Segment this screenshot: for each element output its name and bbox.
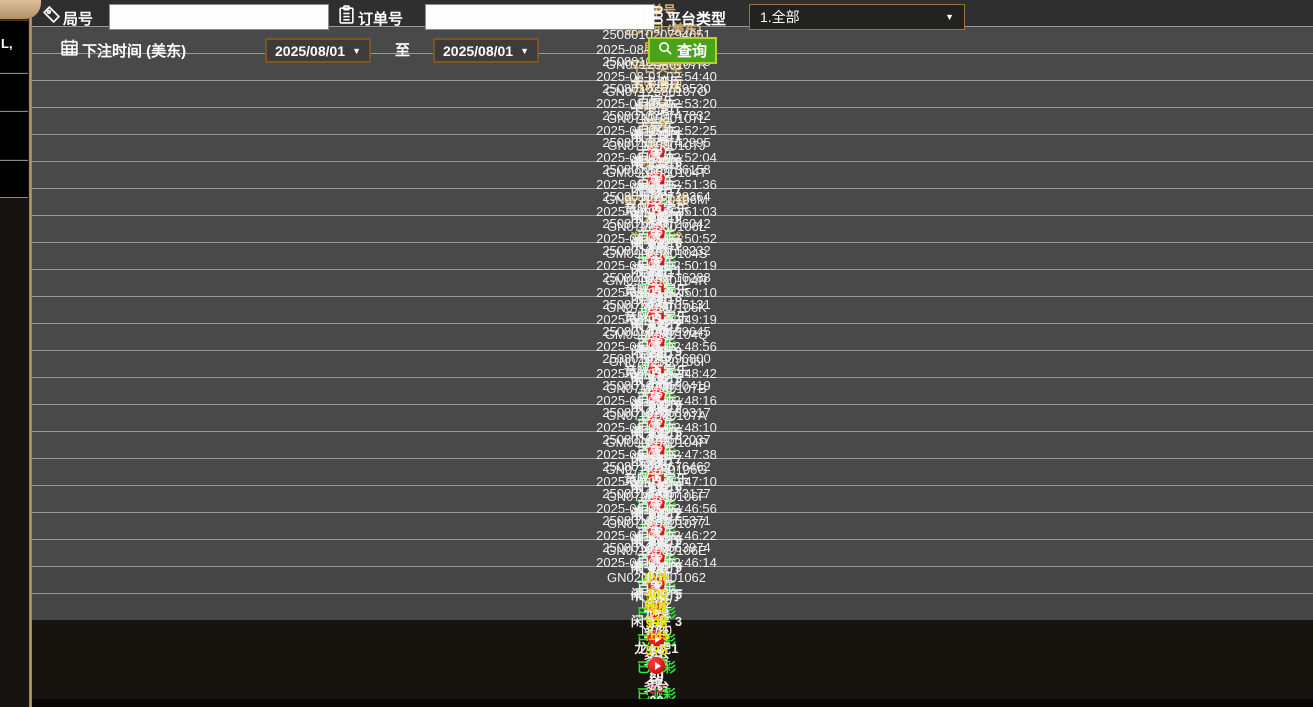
table-row: 250801020728364 2025-08-01 02:51:03 GN0722… [0, 188, 1313, 424]
order-cell: 250801020728364 [602, 189, 711, 204]
table-row: 250801020718232 2025-08-01 02:50:19 GM0902… [0, 242, 1313, 478]
table-row: 250801020716288 2025-08-01 02:50:10 GN0722… [0, 269, 1313, 505]
round-number-label: 局号 [63, 11, 94, 28]
platform-type-select[interactable]: 1.全部 ▼ [749, 4, 965, 30]
date-from-picker[interactable]: 2025/08/01 ▼ [265, 38, 371, 63]
panel-left-border [29, 17, 32, 707]
platform-type-label: 平台类型 [666, 11, 727, 28]
totals-label: 总计 [643, 597, 670, 612]
filter-bar: 局号 订单号 平台类型 1.全部 ▼ 下注时间 (美东) 2025/08/01 … [32, 0, 1313, 72]
bet-time-label: 下注时间 (美东) [82, 43, 187, 60]
round-number-input[interactable] [109, 4, 329, 30]
date-range-to-label: 至 [395, 42, 411, 59]
order-cell: 250801020696800 [602, 351, 711, 366]
order-cell: 250801020690419 [602, 378, 711, 393]
chevron-down-icon: ▼ [945, 12, 954, 22]
totals-valid-bet: 575 [645, 643, 668, 658]
table-row: 250801020747832 2025-08-01 02:52:25 GN0712… [0, 107, 1313, 343]
totals-label: 小计 [643, 570, 670, 585]
date-to-picker[interactable]: 2025/08/01 ▼ [433, 38, 539, 63]
replay-cell [0, 657, 1313, 674]
chevron-down-icon: ▼ [352, 45, 361, 56]
platform-list-icon [645, 5, 664, 24]
calendar-icon [60, 38, 79, 57]
background-sidebar: L, [0, 0, 29, 707]
date-to-value: 2025/08/01 [443, 42, 514, 59]
order-cell: 250801020663974 [602, 540, 711, 555]
table-row: 250801020665371 2025-08-01 02:46:22 GN0722… [0, 512, 1313, 707]
replay-icon[interactable] [648, 657, 665, 674]
order-cell: 250801020716288 [602, 270, 711, 285]
orders-table: 订单号下注时间 (美东)局号平台类型游戏类型桌号结果玩法总投注派彩有效投注额状态… [0, 0, 1313, 707]
platform-type-selected: 1.全部 [760, 9, 800, 25]
grand-total-row: 总计 640 -145 575 [0, 593, 1313, 658]
order-cell: 250801020718232 [602, 243, 711, 258]
table-row: 250801020682037 2025-08-01 02:47:38 GN0722… [0, 431, 1313, 667]
order-cell: 250801020759530 [602, 81, 711, 96]
table-row: 250801020705131 2025-08-01 02:49:19 GM0902… [0, 296, 1313, 532]
order-cell: 250801020742995 [602, 135, 711, 150]
order-cell: 250801020673177 [602, 486, 711, 501]
order-cell: 250801020676462 [602, 459, 711, 474]
bottom-strip [32, 699, 1313, 707]
table-row: 250801020663974 2025-08-01 02:46:14 GN0202… [0, 539, 1313, 707]
table-row: 250801020676462 2025-08-01 02:47:10 GN0722… [0, 458, 1313, 694]
table-row: 250801020699645 2025-08-01 02:48:56 GN0722… [0, 323, 1313, 559]
order-cell: 250801020736158 [602, 162, 711, 177]
search-button[interactable]: 查询 [648, 37, 718, 64]
order-cell: 250801020665371 [602, 513, 711, 528]
order-cell: 250801020689317 [602, 405, 711, 420]
table-row: 250801020690419 2025-08-01 02:48:16 GN0712… [0, 377, 1313, 613]
search-button-label: 查询 [677, 43, 708, 60]
sidebar-clipped-button[interactable] [0, 73, 28, 110]
table-row: 250801020726042 2025-08-01 02:50:52 GM0902… [0, 215, 1313, 451]
order-cell: 250801020682037 [602, 432, 711, 447]
order-number-label: 订单号 [358, 11, 404, 28]
order-cell: 250801020699645 [602, 324, 711, 339]
table-row: 250801020689317 2025-08-01 02:48:10 GM0902… [0, 404, 1313, 640]
sidebar-clipped-button[interactable] [0, 111, 28, 159]
table-row: 250801020696800 2025-08-01 02:48:42 GN0712… [0, 350, 1313, 586]
totals-total-bet: 640 [645, 613, 668, 628]
order-number-input[interactable] [425, 4, 655, 30]
chevron-down-icon: ▼ [520, 45, 529, 56]
play-cell: 虎 [649, 677, 663, 692]
totals-payout: -145 [643, 628, 670, 643]
sidebar-clipped-button[interactable] [0, 160, 28, 198]
sidebar-clipped-text: L, [1, 36, 13, 51]
table-row: 250801020673177 2025-08-01 02:46:56 GN0712… [0, 485, 1313, 707]
clipboard-icon [337, 5, 356, 24]
table-row: 250801020759530 2025-08-01 02:53:20 GN0712… [0, 80, 1313, 316]
subtotal-row: 小计 400 -24 376 [0, 566, 1313, 631]
betting-records-screen: L, 局号 订单号 平台类型 1.全部 ▼ 下注时间 (美东) 2025/08/… [0, 0, 1313, 707]
table-row: 250801020736158 2025-08-01 02:51:36 GN0722… [0, 161, 1313, 397]
tag-icon [42, 5, 61, 24]
order-cell: 250801020705131 [602, 297, 711, 312]
date-from-value: 2025/08/01 [275, 42, 346, 59]
order-cell: 250801020747832 [602, 108, 711, 123]
order-cell: 250801020726042 [602, 216, 711, 231]
table-row: 250801020742995 2025-08-01 02:52:04 GM0902… [0, 134, 1313, 370]
search-icon [658, 41, 673, 60]
